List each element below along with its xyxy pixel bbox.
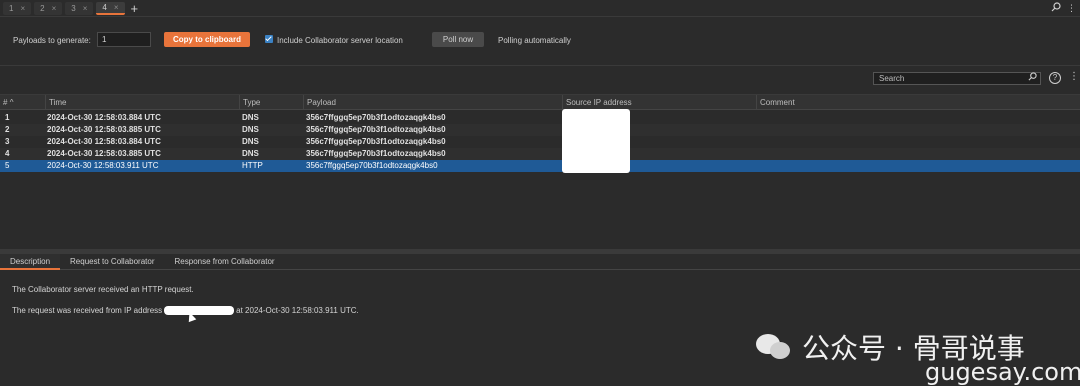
watermark-line-2: gugesay.com: [925, 358, 1080, 386]
row-number: 3: [5, 137, 10, 146]
sort-ascending-icon: ^: [9, 98, 14, 107]
wechat-logo-icon: [756, 332, 792, 362]
table-row[interactable]: 2 2024-Oct-30 12:58:03.885 UTC DNS 356c7…: [0, 124, 1080, 136]
polling-status: Polling automatically: [498, 36, 571, 45]
row-number: 5: [5, 161, 10, 170]
table-header: # ^ Time Type Payload Source IP address …: [0, 95, 1080, 110]
copy-to-clipboard-button[interactable]: Copy to clipboard: [164, 32, 250, 47]
include-server-location-label[interactable]: Include Collaborator server location: [277, 36, 403, 45]
row-number: 2: [5, 125, 10, 134]
poll-now-button[interactable]: Poll now: [432, 32, 484, 47]
tab-strip: 1 × 2 × 3 × 4 × + ⋮: [0, 0, 1080, 17]
row-number: 4: [5, 149, 10, 158]
tab-request-to-collaborator[interactable]: Request to Collaborator: [60, 254, 165, 270]
search-placeholder: Search: [879, 74, 905, 83]
row-payload: 356c7ffggq5ep70b3f1odtozaqgk4bs0: [306, 137, 446, 146]
more-options-icon[interactable]: ⋮: [1069, 71, 1079, 82]
tab-response-from-collaborator[interactable]: Response from Collaborator: [165, 254, 285, 270]
row-payload: 356c7ffggq5ep70b3f1odtozaqgk4bs0: [306, 161, 438, 170]
search-icon: [1028, 72, 1037, 84]
search-icon[interactable]: [1051, 2, 1061, 14]
close-icon[interactable]: ×: [83, 4, 88, 13]
row-type: DNS: [242, 149, 259, 158]
top-right-tools: ⋮: [1051, 2, 1076, 14]
more-options-icon[interactable]: ⋮: [1067, 3, 1076, 14]
close-icon[interactable]: ×: [114, 3, 119, 12]
close-icon[interactable]: ×: [20, 4, 25, 13]
column-header-payload[interactable]: Payload: [303, 95, 562, 110]
description-prefix: The request was received from IP address: [12, 306, 163, 315]
description-line-1: The Collaborator server received an HTTP…: [12, 285, 194, 294]
details-tabs: Description Request to Collaborator Resp…: [0, 254, 1080, 270]
row-type: HTTP: [242, 161, 263, 170]
tab-3[interactable]: 3 ×: [65, 1, 94, 15]
row-time: 2024-Oct-30 12:58:03.884 UTC: [47, 113, 161, 122]
row-payload: 356c7ffggq5ep70b3f1odtozaqgk4bs0: [306, 113, 446, 122]
row-time: 2024-Oct-30 12:58:03.885 UTC: [47, 149, 161, 158]
table-row[interactable]: 4 2024-Oct-30 12:58:03.885 UTC DNS 356c7…: [0, 148, 1080, 160]
row-number: 1: [5, 113, 10, 122]
help-icon[interactable]: ?: [1049, 72, 1061, 84]
interactions-table: # ^ Time Type Payload Source IP address …: [0, 94, 1080, 249]
row-type: DNS: [242, 137, 259, 146]
add-tab-button[interactable]: +: [131, 2, 139, 15]
search-input[interactable]: Search: [873, 72, 1041, 85]
payloads-count-input[interactable]: 1: [97, 32, 151, 47]
column-header-comment[interactable]: Comment: [756, 95, 1080, 110]
description-suffix: at 2024-Oct-30 12:58:03.911 UTC.: [236, 306, 359, 315]
row-payload: 356c7ffggq5ep70b3f1odtozaqgk4bs0: [306, 149, 446, 158]
tab-1[interactable]: 1 ×: [3, 1, 32, 15]
table-row[interactable]: 1 2024-Oct-30 12:58:03.884 UTC DNS 356c7…: [0, 112, 1080, 124]
include-server-location-checkbox[interactable]: [265, 35, 273, 43]
tab-description[interactable]: Description: [0, 254, 61, 270]
row-time: 2024-Oct-30 12:58:03.885 UTC: [47, 125, 161, 134]
row-type: DNS: [242, 125, 259, 134]
column-header-number[interactable]: # ^: [0, 95, 45, 110]
column-header-time[interactable]: Time: [45, 95, 239, 110]
collaborator-controls: Payloads to generate: 1 Copy to clipboar…: [0, 18, 1080, 66]
column-header-type[interactable]: Type: [239, 95, 303, 110]
row-time: 2024-Oct-30 12:58:03.911 UTC: [47, 161, 159, 170]
row-payload: 356c7ffggq5ep70b3f1odtozaqgk4bs0: [306, 125, 446, 134]
column-label: #: [3, 98, 8, 107]
tab-label: 3: [71, 3, 76, 13]
column-header-source-ip[interactable]: Source IP address: [562, 95, 756, 110]
row-type: DNS: [242, 113, 259, 122]
tab-label: 4: [102, 2, 107, 12]
tab-label: 1: [9, 3, 14, 13]
tab-label: 2: [40, 3, 45, 13]
tab-2[interactable]: 2 ×: [34, 1, 63, 15]
table-row[interactable]: 3 2024-Oct-30 12:58:03.884 UTC DNS 356c7…: [0, 136, 1080, 148]
row-time: 2024-Oct-30 12:58:03.884 UTC: [47, 137, 161, 146]
close-icon[interactable]: ×: [52, 4, 57, 13]
redacted-source-ip: [562, 109, 630, 173]
tab-4[interactable]: 4 ×: [96, 1, 125, 15]
payloads-label: Payloads to generate:: [13, 36, 91, 45]
search-row: Search ? ⋮: [0, 67, 1080, 92]
table-row-selected[interactable]: 5 2024-Oct-30 12:58:03.911 UTC HTTP 356c…: [0, 160, 1080, 172]
redacted-ip: [164, 306, 235, 315]
